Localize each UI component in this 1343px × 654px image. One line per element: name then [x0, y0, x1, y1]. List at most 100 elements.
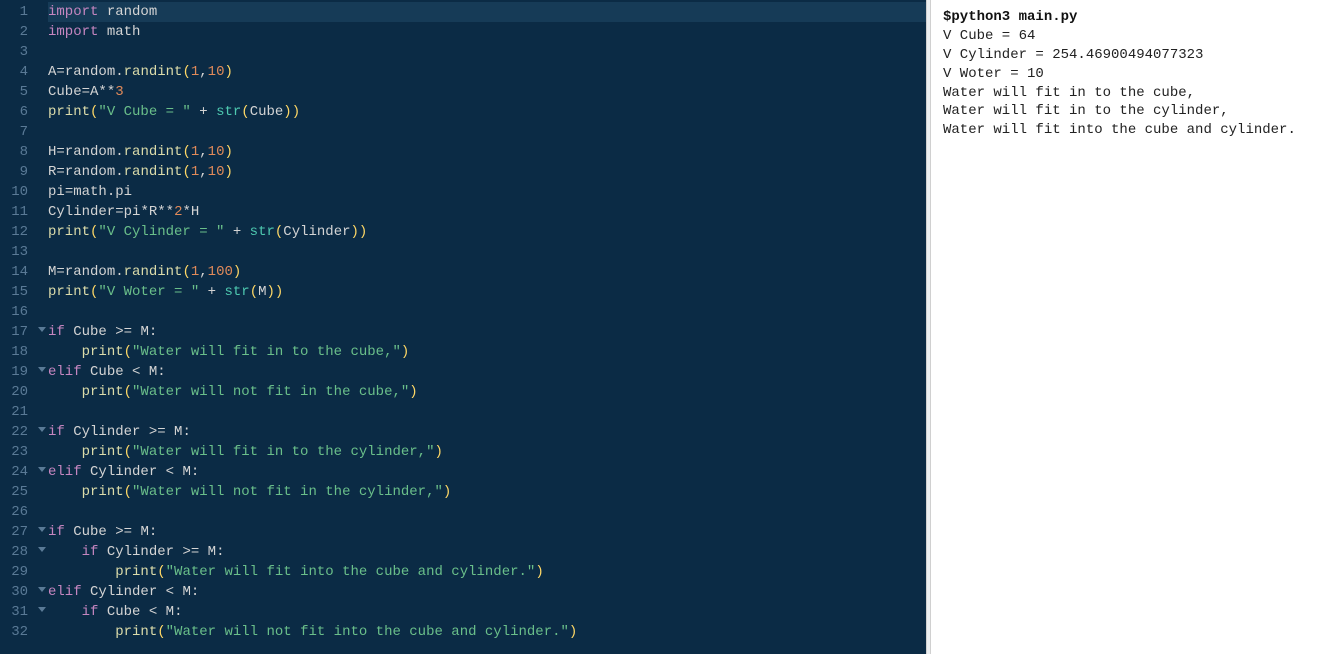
code-token — [82, 464, 90, 480]
terminal-output-line: Water will fit into the cube and cylinde… — [943, 121, 1331, 140]
code-token: , — [199, 144, 207, 160]
code-token — [48, 484, 82, 500]
code-token: 1 — [191, 264, 199, 280]
terminal-output-line: Water will fit in to the cube, — [943, 84, 1331, 103]
code-line[interactable]: print("Water will fit in to the cube,") — [48, 342, 926, 362]
code-token — [65, 524, 73, 540]
code-token: random — [65, 64, 115, 80]
line-number: 1 — [4, 2, 28, 22]
code-line[interactable]: print("Water will not fit in the cylinde… — [48, 482, 926, 502]
code-token: = — [56, 144, 64, 160]
code-token: ) — [283, 104, 291, 120]
code-token: = — [56, 64, 64, 80]
code-line[interactable]: if Cylinder >= M: — [48, 422, 926, 442]
code-token: ( — [157, 564, 165, 580]
code-token: : — [182, 424, 190, 440]
code-line[interactable]: import random — [48, 2, 926, 22]
code-token: ( — [124, 484, 132, 500]
code-token: M — [208, 544, 216, 560]
code-token: "Water will not fit into the cube and cy… — [166, 624, 569, 640]
code-line[interactable]: print("Water will fit in to the cylinder… — [48, 442, 926, 462]
code-token: M — [258, 284, 266, 300]
code-token: ( — [182, 64, 190, 80]
code-token: = — [56, 164, 64, 180]
code-token: ** — [157, 204, 174, 220]
code-token: : — [191, 584, 199, 600]
code-token: 10 — [208, 64, 225, 80]
code-token: "Water will fit in to the cylinder," — [132, 444, 434, 460]
code-token: if — [82, 544, 99, 560]
code-line[interactable]: print("Water will not fit into the cube … — [48, 622, 926, 642]
code-token: ( — [124, 344, 132, 360]
code-line[interactable] — [48, 402, 926, 422]
code-token: 1 — [191, 144, 199, 160]
code-line[interactable]: if Cube >= M: — [48, 522, 926, 542]
code-token: randint — [124, 144, 183, 160]
code-line[interactable]: Cylinder=pi*R**2*H — [48, 202, 926, 222]
terminal-output-line: Water will fit in to the cylinder, — [943, 102, 1331, 121]
code-token: ( — [182, 264, 190, 280]
code-line[interactable]: print("Water will not fit in the cube,") — [48, 382, 926, 402]
code-token: ( — [182, 164, 190, 180]
code-token: . — [115, 264, 123, 280]
code-line[interactable]: elif Cube < M: — [48, 362, 926, 382]
code-token — [98, 24, 106, 40]
code-token: 1 — [191, 164, 199, 180]
fold-marker-icon[interactable] — [38, 587, 46, 592]
code-line[interactable]: M=random.randint(1,100) — [48, 262, 926, 282]
line-number: 2 — [4, 22, 28, 42]
code-line[interactable]: print("V Cube = " + str(Cube)) — [48, 102, 926, 122]
code-line[interactable]: Cube=A**3 — [48, 82, 926, 102]
code-line[interactable]: elif Cylinder < M: — [48, 582, 926, 602]
code-token: Cube — [48, 84, 82, 100]
code-token — [65, 324, 73, 340]
fold-marker-icon[interactable] — [38, 547, 46, 552]
code-line[interactable] — [48, 122, 926, 142]
fold-marker-icon[interactable] — [38, 367, 46, 372]
code-line[interactable]: A=random.randint(1,10) — [48, 62, 926, 82]
fold-marker-icon[interactable] — [38, 327, 46, 332]
code-token: < — [157, 464, 182, 480]
code-token: 3 — [115, 84, 123, 100]
code-line[interactable]: elif Cylinder < M: — [48, 462, 926, 482]
code-token: random — [107, 4, 157, 20]
code-line[interactable] — [48, 242, 926, 262]
code-line[interactable] — [48, 42, 926, 62]
line-number: 17 — [4, 322, 28, 342]
terminal-output-line: V Cube = 64 — [943, 27, 1331, 46]
code-token: randint — [124, 164, 183, 180]
code-token: Cube — [107, 604, 141, 620]
code-line[interactable] — [48, 502, 926, 522]
code-line[interactable]: if Cylinder >= M: — [48, 542, 926, 562]
code-line[interactable]: if Cube < M: — [48, 602, 926, 622]
code-token — [48, 564, 115, 580]
code-line[interactable] — [48, 302, 926, 322]
code-line[interactable]: print("V Woter = " + str(M)) — [48, 282, 926, 302]
code-token: : — [149, 524, 157, 540]
code-line[interactable]: print("Water will fit into the cube and … — [48, 562, 926, 582]
code-line[interactable]: R=random.randint(1,10) — [48, 162, 926, 182]
fold-marker-icon[interactable] — [38, 467, 46, 472]
code-line[interactable]: print("V Cylinder = " + str(Cylinder)) — [48, 222, 926, 242]
code-token: = — [65, 184, 73, 200]
code-token — [98, 4, 106, 20]
fold-marker-icon[interactable] — [38, 427, 46, 432]
code-token: "V Cylinder = " — [98, 224, 224, 240]
fold-marker-icon[interactable] — [38, 527, 46, 532]
code-token: random — [65, 164, 115, 180]
code-token: ) — [292, 104, 300, 120]
code-editor-pane[interactable]: 1234567891011121314151617181920212223242… — [0, 0, 926, 654]
code-token: . — [115, 64, 123, 80]
code-line[interactable]: import math — [48, 22, 926, 42]
fold-marker-icon[interactable] — [38, 607, 46, 612]
code-token: str — [224, 284, 249, 300]
terminal-output-pane[interactable]: $python3 main.py V Cube = 64V Cylinder =… — [931, 0, 1343, 654]
code-line[interactable]: H=random.randint(1,10) — [48, 142, 926, 162]
code-area[interactable]: import randomimport math A=random.randint… — [36, 0, 926, 654]
code-line[interactable]: pi=math.pi — [48, 182, 926, 202]
code-token: ) — [443, 484, 451, 500]
code-token: ) — [224, 144, 232, 160]
code-token: M — [182, 464, 190, 480]
code-token: ) — [224, 164, 232, 180]
code-line[interactable]: if Cube >= M: — [48, 322, 926, 342]
